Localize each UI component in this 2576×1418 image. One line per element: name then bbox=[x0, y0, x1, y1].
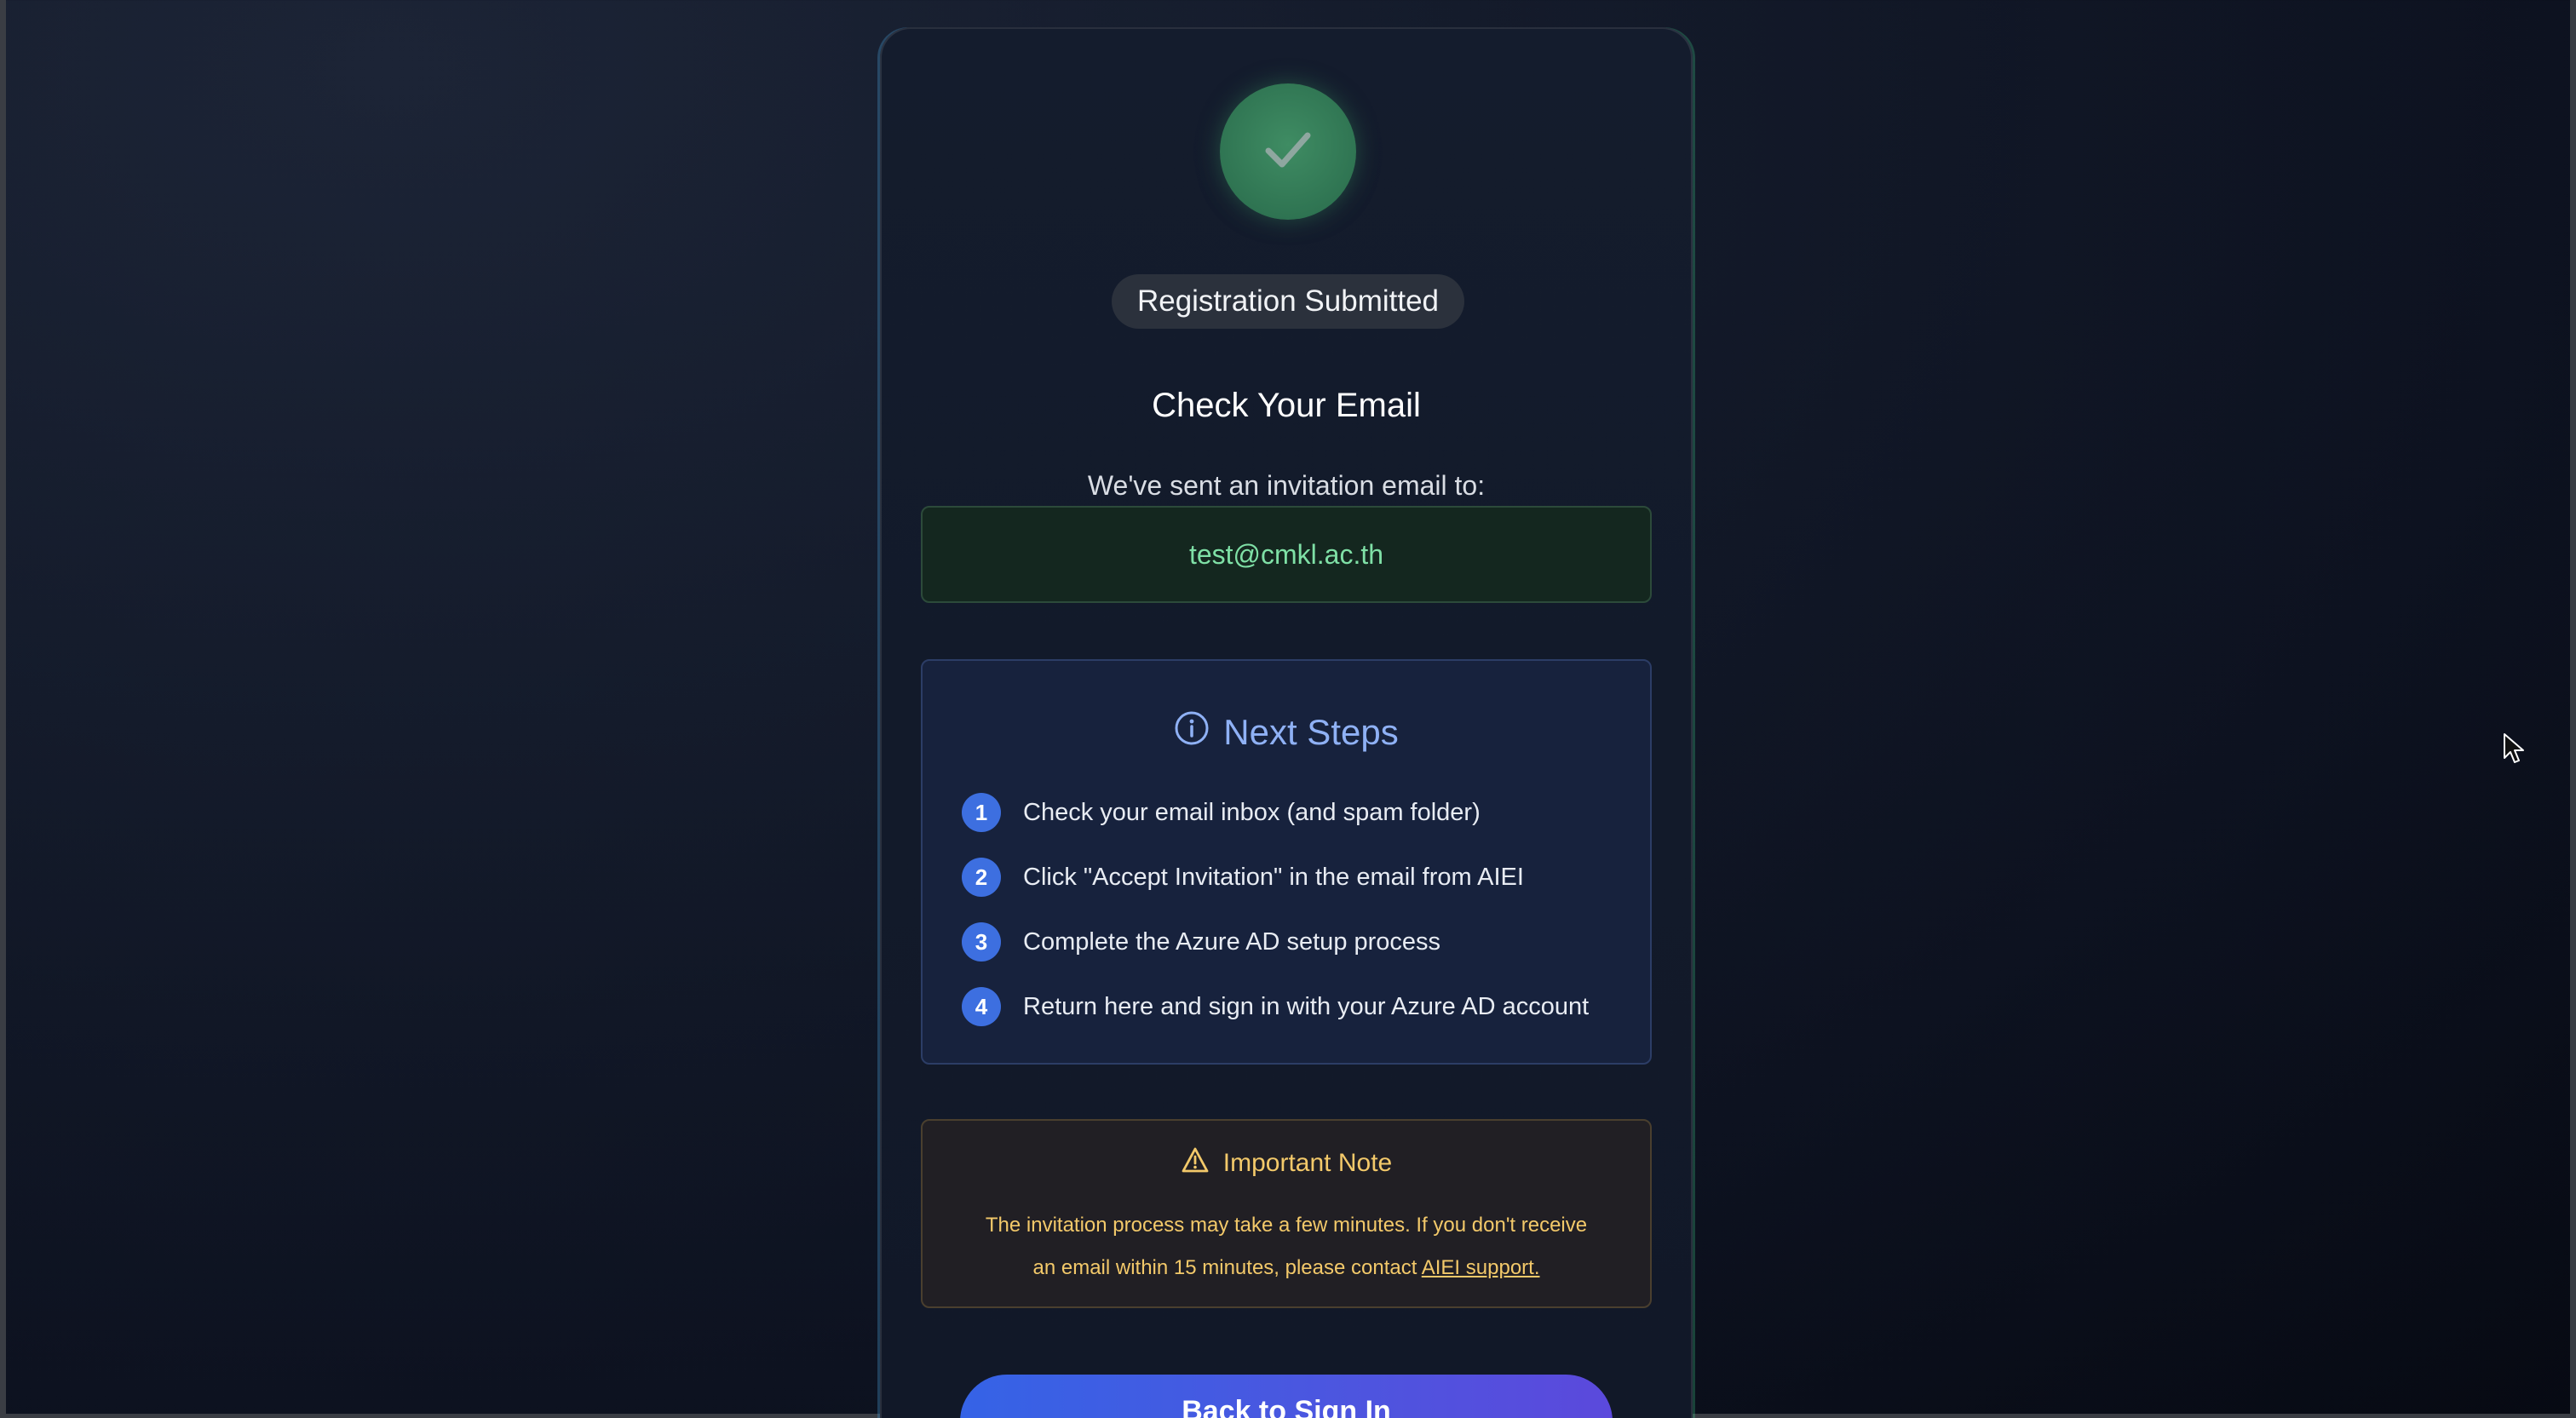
page-subtitle: We've sent an invitation email to: bbox=[1087, 470, 1486, 501]
important-note-title: Important Note bbox=[1222, 1149, 1393, 1177]
step-item: 4 Return here and sign in with your Azur… bbox=[962, 986, 1589, 1027]
step-text: Click "Accept Invitation" in the email f… bbox=[1023, 863, 1524, 891]
info-circle-icon bbox=[1174, 710, 1210, 755]
warning-triangle-icon bbox=[1181, 1146, 1210, 1180]
success-check-circle bbox=[1220, 83, 1356, 220]
step-number-badge: 4 bbox=[962, 987, 1001, 1026]
step-text: Check your email inbox (and spam folder) bbox=[1023, 798, 1481, 826]
email-display: test@cmkl.ac.th bbox=[921, 506, 1652, 603]
checkmark-icon bbox=[1258, 120, 1318, 184]
next-steps-panel: Next Steps 1 Check your email inbox (and… bbox=[921, 659, 1652, 1065]
page-title: Check Your Email bbox=[1152, 387, 1421, 424]
window-frame-left bbox=[0, 0, 6, 1418]
step-number-badge: 2 bbox=[962, 858, 1001, 897]
email-address: test@cmkl.ac.th bbox=[1188, 538, 1384, 570]
step-text: Complete the Azure AD setup process bbox=[1023, 927, 1441, 956]
important-note-body: The invitation process may take a few mi… bbox=[948, 1204, 1624, 1289]
step-item: 3 Complete the Azure AD setup process bbox=[962, 921, 1440, 962]
registration-card: Registration Submitted Check Your Email … bbox=[880, 27, 1693, 1418]
next-steps-header: Next Steps bbox=[923, 710, 1650, 755]
step-item: 1 Check your email inbox (and spam folde… bbox=[962, 792, 1481, 833]
support-link[interactable]: AIEI support. bbox=[1422, 1256, 1540, 1279]
step-item: 2 Click "Accept Invitation" in the email… bbox=[962, 857, 1524, 898]
note-line-2: an email within 15 minutes, please conta… bbox=[1032, 1256, 1417, 1279]
next-steps-title: Next Steps bbox=[1223, 712, 1399, 752]
back-to-sign-in-button[interactable]: Back to Sign In bbox=[960, 1375, 1613, 1418]
important-note-panel: Important Note The invitation process ma… bbox=[921, 1119, 1652, 1308]
step-number-badge: 1 bbox=[962, 793, 1001, 832]
mouse-cursor-icon bbox=[2503, 732, 2525, 769]
window-frame-right bbox=[2570, 0, 2576, 1418]
step-text: Return here and sign in with your Azure … bbox=[1023, 992, 1590, 1020]
important-note-header: Important Note bbox=[923, 1146, 1650, 1180]
status-badge: Registration Submitted bbox=[1112, 274, 1464, 329]
step-number-badge: 3 bbox=[962, 922, 1001, 962]
note-line-1: The invitation process may take a few mi… bbox=[985, 1214, 1588, 1237]
